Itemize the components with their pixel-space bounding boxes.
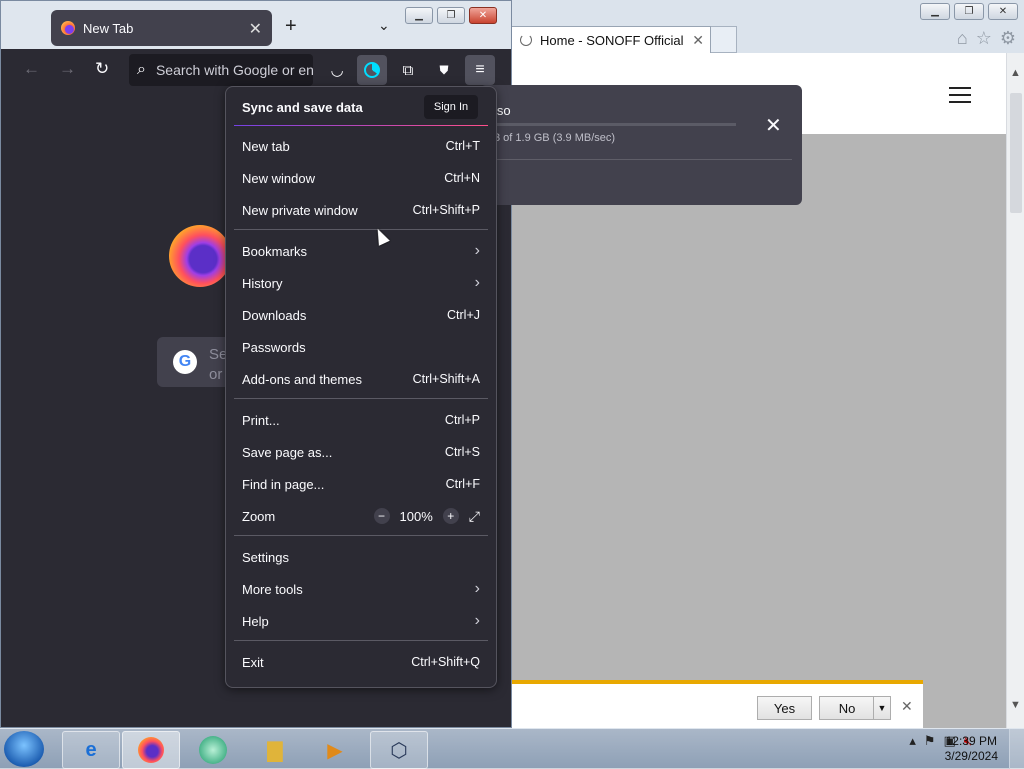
firefox-logo-icon [169, 225, 231, 287]
menu-divider [234, 640, 488, 641]
favorites-star-icon[interactable]: ☆ [976, 28, 992, 49]
forward-arrow-icon[interactable]: → [59, 59, 76, 79]
menu-item-save-page[interactable]: Save page as... Ctrl+S [242, 440, 480, 464]
firefox-restore-button[interactable]: ❐ [437, 7, 465, 24]
menu-item-history[interactable]: History › [242, 271, 480, 295]
ie-notification-bar: Yes No ▼ ✕ [511, 680, 923, 728]
back-arrow-icon[interactable]: ← [23, 59, 40, 79]
tab-close-icon[interactable]: ✕ [249, 19, 262, 39]
clock-time: 12:39 PM [945, 734, 997, 748]
sync-divider [234, 125, 488, 126]
ie-tab-title: Home - SONOFF Official [540, 32, 684, 48]
menu-divider [234, 229, 488, 230]
firefox-close-button[interactable]: ✕ [469, 7, 497, 24]
ie-close-button[interactable]: ✕ [988, 3, 1018, 20]
address-bar[interactable]: ⌕ Search with Google or enter address [129, 54, 313, 86]
ie-caption-buttons: ▁ ❐ ✕ [920, 0, 1024, 27]
menu-item-new-private-window[interactable]: New private window Ctrl+Shift+P [242, 198, 480, 222]
firefox-taskbar-icon[interactable] [122, 731, 180, 769]
chevron-right-icon: › [474, 580, 480, 597]
reload-icon[interactable]: ↻ [95, 59, 109, 79]
media-player-taskbar-icon[interactable]: ▶ [306, 731, 364, 769]
ie-restore-button[interactable]: ❐ [954, 3, 984, 20]
no-dropdown-icon[interactable]: ▼ [873, 696, 891, 720]
extensions-puzzle-icon[interactable]: ⧉ [393, 55, 423, 85]
google-g-icon: G [173, 350, 197, 374]
menu-item-exit[interactable]: Exit Ctrl+Shift+Q [242, 650, 480, 674]
scroll-up-icon[interactable]: ▲ [1010, 67, 1021, 79]
menu-item-addons-themes[interactable]: Add-ons and themes Ctrl+Shift+A [242, 367, 480, 391]
internet-explorer-taskbar-icon[interactable]: e [62, 731, 120, 769]
virtualbox-taskbar-icon[interactable]: ⬡ [370, 731, 428, 769]
sign-in-button[interactable]: Sign In [424, 95, 478, 119]
menu-item-more-tools[interactable]: More tools › [242, 577, 480, 601]
loading-spinner-icon [520, 34, 532, 46]
download-progress-bar [494, 123, 736, 126]
tab-new-tab[interactable]: New Tab ✕ [51, 10, 272, 46]
ie-toolbar: ⌂ ☆ ⚙ [957, 28, 1016, 49]
sync-label: Sync and save data [242, 99, 363, 115]
ie-tab-close-icon[interactable]: ✕ [692, 32, 704, 49]
taskbar-clock[interactable]: 12:39 PM 3/29/2024 [945, 734, 998, 764]
menu-item-bookmarks[interactable]: Bookmarks › [242, 239, 480, 263]
ie-new-tab-button[interactable] [711, 26, 737, 53]
download-cancel-icon[interactable]: ✕ [765, 113, 782, 138]
menu-item-print[interactable]: Print... Ctrl+P [242, 408, 480, 432]
firefox-favicon-icon [61, 21, 75, 35]
yes-button[interactable]: Yes [757, 696, 812, 720]
action-center-flag-icon[interactable]: ⚑ [924, 733, 936, 749]
chevron-right-icon: › [474, 274, 480, 291]
search-icon: ⌕ [137, 61, 146, 78]
zoom-in-plus-icon[interactable]: + [442, 508, 459, 524]
downloads-progress-icon[interactable] [357, 55, 387, 85]
new-tab-plus-icon[interactable]: + [285, 15, 297, 38]
ie-tab-home[interactable]: Home - SONOFF Official ✕ [511, 26, 711, 53]
list-all-tabs-chevron-icon[interactable]: ⌄ [378, 17, 390, 34]
no-button[interactable]: No [819, 696, 875, 720]
firefox-app-menu: Sync and save data Sign In New tab Ctrl+T… [225, 86, 497, 688]
address-placeholder: Search with Google or enter address [155, 62, 313, 78]
tab-title: New Tab [83, 20, 134, 36]
menu-divider [234, 398, 488, 399]
file-explorer-folder-icon[interactable]: ▇ [246, 731, 304, 769]
zoom-out-minus-icon[interactable]: − [373, 508, 390, 524]
firefox-caption-buttons: ▁ ❐ ✕ [405, 7, 497, 24]
notification-close-icon[interactable]: ✕ [901, 698, 913, 715]
ie-scrollbar[interactable]: ▲ ▼ [1006, 53, 1024, 728]
menu-item-settings[interactable]: Settings [242, 545, 480, 569]
show-desktop-button[interactable] [1009, 729, 1024, 769]
windows-taskbar: e ▇ ▶ ⬡ ▴ ⚑ ▣ 🔇︎ 12:39 PM 3/29/2024 [0, 728, 1024, 769]
site-hamburger-icon[interactable] [949, 87, 971, 108]
firefox-tabstrip: New Tab ✕ + ⌄ ▁ ❐ ✕ [1, 1, 511, 49]
ie-minimize-button[interactable]: ▁ [920, 3, 950, 20]
firefox-minimize-button[interactable]: ▁ [405, 7, 433, 24]
menu-item-zoom: Zoom − 100% + ⤢ [242, 507, 480, 525]
start-button[interactable] [4, 731, 44, 767]
download-status: 3 of 1.9 GB (3.9 MB/sec) [494, 132, 616, 144]
fullscreen-expand-icon[interactable]: ⤢ [469, 508, 480, 525]
menu-item-new-tab[interactable]: New tab Ctrl+T [242, 134, 480, 158]
app-menu-hamburger-icon[interactable]: ≡ [465, 55, 495, 85]
gear-icon[interactable]: ⚙ [1000, 28, 1016, 49]
menu-item-help[interactable]: Help › [242, 609, 480, 633]
chevron-right-icon: › [474, 242, 480, 259]
downloads-panel: iso 3 of 1.9 GB (3.9 MB/sec) ✕ [480, 85, 802, 205]
ublock-shield-icon[interactable]: ⛊ [429, 55, 459, 85]
menu-item-passwords[interactable]: Passwords [242, 335, 480, 359]
zoom-level[interactable]: 100% [400, 509, 433, 524]
scroll-thumb[interactable] [1010, 93, 1022, 213]
chevron-right-icon: › [474, 612, 480, 629]
menu-item-new-window[interactable]: New window Ctrl+N [242, 166, 480, 190]
clock-date: 3/29/2024 [944, 749, 998, 763]
pocket-icon[interactable]: ◡ [322, 55, 352, 85]
menu-item-find-in-page[interactable]: Find in page... Ctrl+F [242, 472, 480, 496]
menu-item-downloads[interactable]: Downloads Ctrl+J [242, 303, 480, 327]
media-app-taskbar-icon[interactable] [184, 731, 242, 769]
downloads-divider [494, 159, 792, 160]
show-hidden-icons-chevron-icon[interactable]: ▴ [909, 733, 916, 749]
menu-divider [234, 535, 488, 536]
scroll-down-icon[interactable]: ▼ [1010, 699, 1021, 711]
firefox-navbar: ← → ↻ ⌕ Search with Google or enter addr… [1, 49, 511, 91]
home-icon[interactable]: ⌂ [957, 28, 968, 49]
